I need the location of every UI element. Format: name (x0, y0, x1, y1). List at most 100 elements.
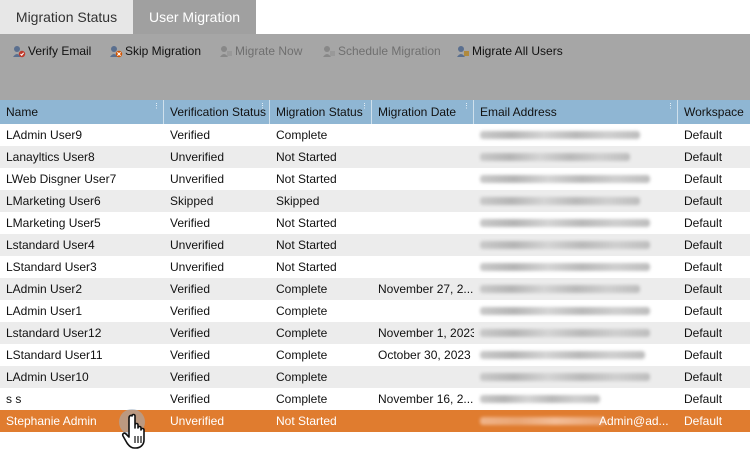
table-row[interactable]: LWeb Disgner User7 Unverified Not Started D… (0, 168, 750, 190)
cell-verification-status: Verified (170, 348, 211, 362)
cell-name: LMarketing User6 (6, 194, 101, 208)
table-row[interactable]: Stephanie Admin Unverified Not Started Admi… (0, 410, 750, 432)
skip-migration-label: Skip Migration (125, 44, 202, 58)
cell-migration-status: Not Started (276, 216, 337, 230)
cell-name: Lstandard User4 (6, 238, 95, 252)
cell-email-address (474, 212, 678, 234)
column-header-name[interactable]: Name ⋮ (0, 100, 164, 124)
cell-workspace: Default (684, 392, 723, 406)
column-header-workspace[interactable]: Workspace (678, 100, 750, 124)
cell-name: s s (6, 392, 22, 406)
cell-verification-status: Unverified (170, 260, 225, 274)
email-text: Admin@ad... (599, 414, 669, 428)
cell-migration-date (372, 212, 474, 234)
column-header-label: Workspace (684, 105, 744, 119)
redacted-email (480, 329, 650, 337)
cell-email-address (474, 168, 678, 190)
cell-workspace: Default (684, 304, 723, 318)
cell-migration-date (372, 124, 474, 146)
cell-verification-status: Unverified (170, 414, 225, 428)
migrate-all-users-button[interactable]: Migrate All Users (456, 42, 563, 60)
cell-migration-status: Complete (276, 370, 328, 384)
table-row[interactable]: LMarketing User5 Verified Not Started Defau… (0, 212, 750, 234)
cell-verification-status: Verified (170, 282, 211, 296)
table-row[interactable]: LAdmin User2 Verified Complete November 27,… (0, 278, 750, 300)
schedule-migration-label: Schedule Migration (338, 44, 441, 58)
column-header-label: Migration Date (378, 105, 457, 119)
table-row[interactable]: LMarketing User6 Skipped Skipped Default (0, 190, 750, 212)
column-header-migration-date[interactable]: Migration Date ⋮ (372, 100, 474, 124)
cell-migration-status: Complete (276, 348, 328, 362)
cell-verification-status: Verified (170, 216, 211, 230)
cell-verification-status: Skipped (170, 194, 214, 208)
verify-email-icon (12, 44, 26, 58)
cell-email-address (474, 124, 678, 146)
cell-name: LAdmin User10 (6, 370, 89, 384)
cell-migration-status: Not Started (276, 260, 337, 274)
cell-workspace: Default (684, 128, 723, 142)
cell-workspace: Default (684, 238, 723, 252)
tab-migration-status[interactable]: Migration Status (0, 0, 133, 34)
table-row[interactable]: LStandard User3 Unverified Not Started Defa… (0, 256, 750, 278)
migrate-now-label: Migrate Now (235, 44, 303, 58)
cell-email-address (474, 300, 678, 322)
cell-name: LStandard User11 (6, 348, 103, 362)
column-header-email-address[interactable]: Email Address ⋮ (474, 100, 678, 124)
cell-workspace: Default (684, 414, 723, 428)
column-header-label: Email Address (480, 105, 557, 119)
cell-workspace: Default (684, 282, 723, 296)
table-row[interactable]: LAdmin User10 Verified Complete Default (0, 366, 750, 388)
cell-migration-status: Not Started (276, 414, 337, 428)
hand-pointer-icon (118, 408, 158, 454)
cell-migration-date (372, 410, 474, 432)
migrate-all-users-label: Migrate All Users (472, 44, 563, 58)
cell-migration-status: Not Started (276, 150, 337, 164)
cell-verification-status: Unverified (170, 172, 225, 186)
cell-email-address (474, 190, 678, 212)
cell-workspace: Default (684, 370, 723, 384)
column-header-verification-status[interactable]: Verification Status ⋮ (164, 100, 270, 124)
sort-icon: ⋮ (153, 103, 160, 110)
cell-verification-status: Verified (170, 370, 211, 384)
table-row[interactable]: Lstandard User12 Verified Complete November… (0, 322, 750, 344)
column-header-label: Verification Status (170, 105, 267, 119)
cell-email-address: Admin@ad... (474, 410, 678, 432)
cell-email-address (474, 146, 678, 168)
cell-migration-date: October 30, 2023 (378, 348, 471, 362)
verify-email-button[interactable]: Verify Email (12, 42, 91, 60)
redacted-email (480, 263, 650, 271)
cell-migration-date (372, 146, 474, 168)
redacted-email (480, 285, 640, 293)
migrate-now-button[interactable]: Migrate Now (219, 42, 302, 60)
cell-migration-date (372, 190, 474, 212)
cell-name: LStandard User3 (6, 260, 97, 274)
table-row[interactable]: LStandard User11 Verified Complete October … (0, 344, 750, 366)
table-row[interactable]: LAdmin User9 Verified Complete Default (0, 124, 750, 146)
cell-workspace: Default (684, 172, 723, 186)
table-row[interactable]: Lanayltics User8 Unverified Not Started Def… (0, 146, 750, 168)
cell-workspace: Default (684, 348, 723, 362)
skip-migration-button[interactable]: Skip Migration (109, 42, 201, 60)
tab-user-migration[interactable]: User Migration (133, 0, 256, 34)
table-row[interactable]: LAdmin User1 Verified Complete Default (0, 300, 750, 322)
sort-icon: ⋮ (463, 103, 470, 110)
cell-migration-status: Skipped (276, 194, 320, 208)
column-header-migration-status[interactable]: Migration Status ⋮ (270, 100, 372, 124)
table-row[interactable]: s s Verified Complete November 16, 2... Defa… (0, 388, 750, 410)
sort-icon: ⋮ (361, 103, 368, 110)
cell-migration-date (372, 234, 474, 256)
cell-verification-status: Verified (170, 128, 211, 142)
schedule-migration-button[interactable]: Schedule Migration (322, 42, 441, 60)
cell-migration-status: Complete (276, 282, 328, 296)
sort-icon: ⋮ (259, 103, 266, 110)
sort-icon: ⋮ (667, 103, 674, 110)
cell-email-address (474, 234, 678, 256)
cell-migration-status: Not Started (276, 172, 337, 186)
redacted-email (480, 417, 605, 425)
table-row[interactable]: Lstandard User4 Unverified Not Started Defa… (0, 234, 750, 256)
cell-workspace: Default (684, 260, 723, 274)
cell-name: Lanayltics User8 (6, 150, 95, 164)
redacted-email (480, 373, 650, 381)
redacted-email (480, 241, 650, 249)
cell-migration-date (372, 300, 474, 322)
